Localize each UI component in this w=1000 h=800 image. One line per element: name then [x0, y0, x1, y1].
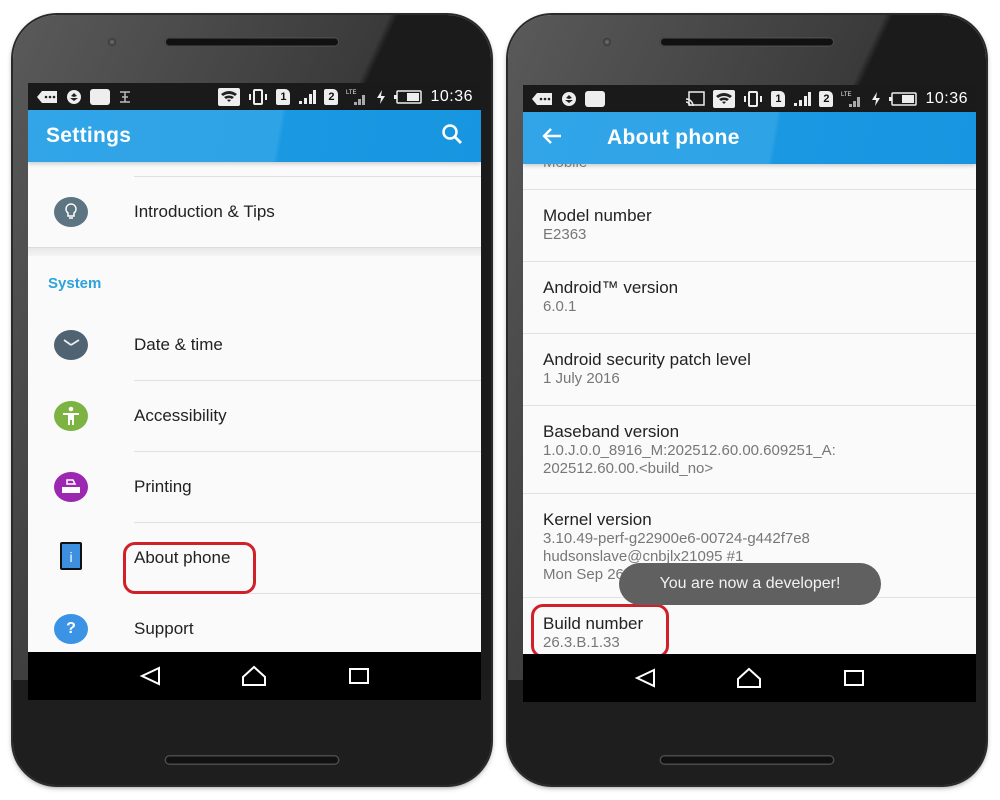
info-item-security-patch[interactable]: Android security patch level 1 July 2016 — [523, 334, 976, 406]
bottom-speaker — [164, 755, 340, 765]
status-bar: 1 2 LTE 10:36 — [28, 83, 481, 110]
search-icon[interactable] — [441, 123, 463, 150]
info-item-title: Model number — [543, 206, 652, 225]
charging-icon — [871, 91, 881, 107]
page-title: Settings — [46, 124, 132, 147]
home-icon[interactable] — [733, 662, 765, 694]
back-icon[interactable] — [629, 662, 661, 694]
back-arrow-icon[interactable] — [541, 125, 565, 151]
recents-icon[interactable] — [838, 662, 870, 694]
info-icon: i — [59, 541, 83, 576]
notification-square-icon — [90, 88, 110, 105]
about-phone-app-bar: About phone — [523, 112, 976, 164]
signal-strength-icon — [793, 91, 812, 107]
earpiece-speaker — [164, 37, 340, 47]
info-item-android-version[interactable]: Android™ version 6.0.1 — [523, 262, 976, 334]
clock-time: 10:36 — [925, 89, 968, 107]
wifi-icon — [713, 89, 736, 108]
settings-list: Introduction & Tips System Date & time A… — [28, 176, 481, 664]
info-item-value: 1.0.J.0.0_8916_M:202512.60.00.609251_A: … — [543, 442, 836, 477]
nfc-icon — [118, 89, 132, 105]
info-item-title: Android™ version — [543, 278, 679, 297]
settings-item-printing[interactable]: Printing — [28, 452, 481, 522]
sim2-icon: 2 — [324, 88, 339, 105]
phone-frame-left: 1 2 LTE 10:36 Settings Introduction & Ti… — [13, 15, 491, 785]
settings-item-accessibility[interactable]: Accessibility — [28, 381, 481, 451]
clock-time: 10:36 — [430, 87, 473, 105]
clock-icon — [54, 330, 88, 360]
charging-icon — [376, 89, 386, 105]
lte-signal-icon: LTE — [841, 91, 863, 107]
info-item-value: E2363 — [543, 226, 587, 243]
settings-item-label: Introduction & Tips — [134, 202, 275, 221]
info-item-title: Build number — [543, 614, 644, 633]
cast-icon — [685, 90, 706, 107]
home-icon[interactable] — [238, 660, 270, 692]
help-icon: ? — [54, 614, 88, 644]
info-item-baseband-version[interactable]: Baseband version 1.0.J.0.0_8916_M:202512… — [523, 406, 976, 494]
settings-item-label: About phone — [134, 548, 231, 567]
camera-aperture-icon — [561, 91, 577, 107]
front-camera — [603, 38, 611, 46]
signal-strength-icon — [298, 89, 317, 105]
battery-icon — [394, 89, 423, 105]
settings-item-label: Printing — [134, 477, 192, 496]
settings-item-introduction-tips[interactable]: Introduction & Tips — [28, 177, 481, 247]
settings-item-label: Accessibility — [134, 406, 227, 425]
info-item-value: 6.0.1 — [543, 298, 577, 315]
message-notification-icon — [36, 89, 58, 105]
recents-icon[interactable] — [343, 660, 375, 692]
camera-aperture-icon — [66, 89, 82, 105]
navigation-bar — [523, 654, 976, 702]
status-bar: 1 2 LTE 10:36 — [523, 85, 976, 112]
vibrate-icon — [743, 90, 763, 107]
earpiece-speaker — [659, 37, 835, 47]
svg-text:i: i — [69, 549, 72, 565]
settings-item-label: Date & time — [134, 335, 223, 354]
section-header-system: System — [48, 274, 102, 292]
sim2-icon: 2 — [819, 90, 834, 107]
section-separator — [28, 247, 481, 256]
accessibility-icon — [54, 401, 88, 431]
page-title: About phone — [607, 126, 740, 149]
phone-frame-right: 1 2 LTE 10:36 About phone Mobile Model n… — [508, 15, 986, 785]
info-item-model-number[interactable]: Model number E2363 — [523, 190, 976, 262]
about-phone-screen: 1 2 LTE 10:36 About phone Mobile Model n… — [523, 85, 976, 702]
navigation-bar — [28, 652, 481, 700]
svg-text:LTE: LTE — [841, 92, 852, 98]
settings-item-date-time[interactable]: Date & time — [28, 310, 481, 380]
developer-toast: You are now a developer! — [619, 563, 881, 605]
back-icon[interactable] — [134, 660, 166, 692]
bottom-speaker — [659, 755, 835, 765]
settings-app-bar: Settings — [28, 110, 481, 162]
front-camera — [108, 38, 116, 46]
info-item-title: Android security patch level — [543, 350, 751, 369]
info-item-title: Baseband version — [543, 422, 680, 441]
notification-square-icon — [585, 90, 605, 107]
vibrate-icon — [248, 88, 268, 105]
sim1-icon: 1 — [276, 88, 291, 105]
lightbulb-icon — [54, 197, 88, 227]
battery-icon — [889, 91, 918, 107]
lte-signal-icon: LTE — [346, 89, 368, 105]
wifi-icon — [218, 87, 241, 106]
message-notification-icon — [531, 91, 553, 107]
settings-item-about-phone[interactable]: i About phone — [28, 523, 481, 593]
sim1-icon: 1 — [771, 90, 786, 107]
info-item-title: Kernel version — [543, 510, 652, 529]
info-item-value: 1 July 2016 — [543, 370, 620, 387]
settings-screen: 1 2 LTE 10:36 Settings Introduction & Ti… — [28, 83, 481, 700]
settings-item-label: Support — [134, 619, 194, 638]
printer-icon — [54, 472, 88, 502]
info-item-value: 26.3.B.1.33 — [543, 634, 620, 651]
svg-text:LTE: LTE — [346, 90, 357, 96]
